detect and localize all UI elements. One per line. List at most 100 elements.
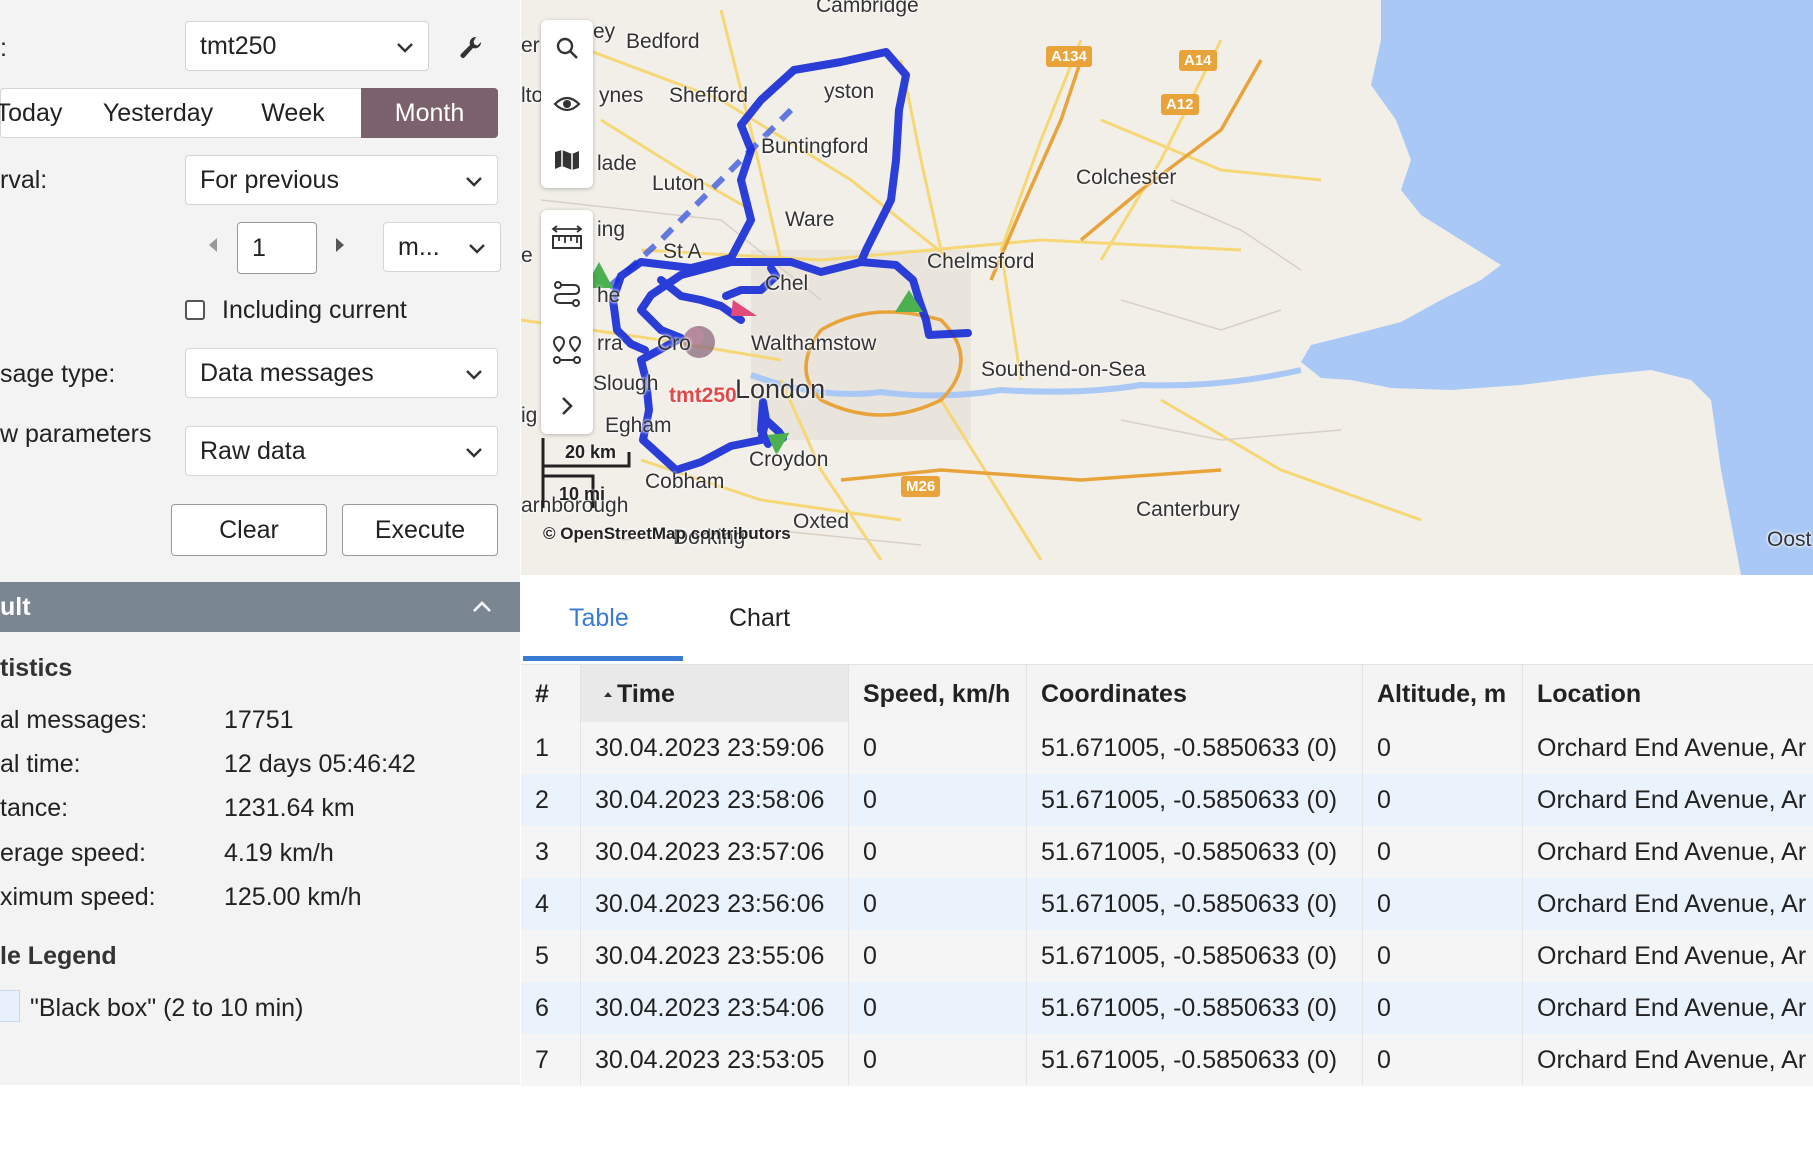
cell-coordinates: 51.671005, -0.5850633 (0) bbox=[1027, 722, 1363, 774]
stat-label: al messages: bbox=[0, 706, 148, 734]
cell-altitude: 0 bbox=[1363, 722, 1523, 774]
stat-label: al time: bbox=[0, 750, 81, 778]
cell-location: Orchard End Avenue, Ar bbox=[1537, 734, 1807, 762]
chevron-up-icon[interactable] bbox=[472, 599, 492, 613]
chevron-down-icon bbox=[469, 244, 485, 254]
cell-speed: 0 bbox=[849, 878, 1027, 930]
result-tabs: Table Chart bbox=[521, 576, 1813, 662]
map-place: ing bbox=[597, 218, 626, 241]
column-header-altitude[interactable]: Altitude, m bbox=[1363, 665, 1523, 723]
cell-speed: 0 bbox=[849, 930, 1027, 982]
map-place: Slough bbox=[593, 372, 659, 395]
map-place: Colchester bbox=[1076, 166, 1177, 189]
map-place: yston bbox=[824, 80, 875, 103]
interval-select[interactable]: For previous bbox=[185, 155, 498, 205]
cell-coordinates: 51.671005, -0.5850633 (0) bbox=[1027, 982, 1363, 1034]
count-stepper[interactable]: 1 bbox=[237, 222, 317, 274]
road-shield: A134 bbox=[1046, 46, 1092, 67]
table-row[interactable]: 6 30.04.2023 23:54:06 0 51.671005, -0.58… bbox=[521, 982, 1813, 1034]
table-row[interactable]: 1 30.04.2023 23:59:06 0 51.671005, -0.58… bbox=[521, 722, 1813, 774]
map-place: Cambridge bbox=[816, 0, 919, 17]
column-header-coordinates[interactable]: Coordinates bbox=[1027, 665, 1363, 723]
cell-location: Orchard End Avenue, Ar bbox=[1537, 994, 1807, 1022]
execute-button[interactable]: Execute bbox=[342, 504, 498, 556]
table-row[interactable]: 7 30.04.2023 23:53:05 0 51.671005, -0.58… bbox=[521, 1034, 1813, 1086]
show-parameters-select[interactable]: Raw data bbox=[185, 426, 498, 476]
map-measure-button[interactable] bbox=[541, 210, 593, 266]
cell-coordinates: 51.671005, -0.5850633 (0) bbox=[1027, 1034, 1363, 1086]
scale-mi-label: 10 mi bbox=[559, 484, 606, 504]
geofence-icon bbox=[552, 335, 582, 364]
map-geofence-button[interactable] bbox=[541, 322, 593, 378]
period-unit-value: m... bbox=[398, 233, 440, 261]
table-header: # Time Speed, km/h Coordinates Altitude,… bbox=[521, 664, 1813, 724]
map-scale: 20 km 10 mi bbox=[541, 438, 631, 513]
decrement-icon[interactable] bbox=[206, 236, 220, 254]
increment-icon[interactable] bbox=[333, 236, 347, 254]
cell-time: 30.04.2023 23:58:06 bbox=[581, 774, 849, 826]
stat-label: tance: bbox=[0, 794, 69, 822]
tab-today[interactable]: Today bbox=[0, 88, 70, 138]
map-view[interactable]: Cambridge Bedford Shefford yston Bunting… bbox=[521, 0, 1813, 575]
table-row[interactable]: 3 30.04.2023 23:57:06 0 51.671005, -0.58… bbox=[521, 826, 1813, 878]
cell-index: 6 bbox=[521, 982, 581, 1034]
tab-week[interactable]: Week bbox=[240, 88, 346, 138]
clear-button[interactable]: Clear bbox=[171, 504, 327, 556]
column-header-time[interactable]: Time bbox=[581, 665, 849, 723]
cell-time: 30.04.2023 23:55:06 bbox=[581, 930, 849, 982]
road-shield: A14 bbox=[1179, 50, 1217, 71]
map-layers-button[interactable] bbox=[541, 132, 593, 188]
wrench-icon[interactable] bbox=[458, 34, 484, 60]
map-place: ig bbox=[521, 404, 538, 427]
map-visibility-button[interactable] bbox=[541, 76, 593, 132]
cell-coordinates: 51.671005, -0.5850633 (0) bbox=[1027, 878, 1363, 930]
tab-chart[interactable]: Chart bbox=[729, 604, 790, 633]
cell-location: Orchard End Avenue, Ar bbox=[1537, 838, 1807, 866]
map-attribution[interactable]: © OpenStreetMap contributors bbox=[543, 524, 791, 544]
unit-label: : bbox=[0, 34, 7, 62]
cell-speed: 0 bbox=[849, 722, 1027, 774]
table-row[interactable]: 4 30.04.2023 23:56:06 0 51.671005, -0.58… bbox=[521, 878, 1813, 930]
cell-altitude: 0 bbox=[1363, 878, 1523, 930]
chevron-down-icon bbox=[466, 448, 482, 458]
map-place: London bbox=[735, 374, 826, 404]
map-place: Buntingford bbox=[761, 135, 869, 158]
map-place: lade bbox=[597, 152, 637, 175]
cell-index: 5 bbox=[521, 930, 581, 982]
cell-location: Orchard End Avenue, Ar bbox=[1537, 786, 1807, 814]
tab-month[interactable]: Month bbox=[361, 88, 498, 138]
cell-time: 30.04.2023 23:53:05 bbox=[581, 1034, 849, 1086]
result-header[interactable]: ult bbox=[0, 582, 520, 632]
including-current-checkbox[interactable] bbox=[185, 300, 205, 320]
stat-value: 125.00 km/h bbox=[224, 883, 362, 911]
eye-icon bbox=[553, 96, 581, 112]
tab-table[interactable]: Table bbox=[569, 604, 629, 633]
map-route-button[interactable] bbox=[541, 266, 593, 322]
cell-time: 30.04.2023 23:59:06 bbox=[581, 722, 849, 774]
period-unit-select[interactable]: m... bbox=[383, 222, 501, 272]
legend-title: le Legend bbox=[0, 942, 117, 970]
column-header-location[interactable]: Location bbox=[1523, 665, 1813, 723]
route-icon bbox=[553, 281, 581, 307]
unit-select[interactable]: tmt250 bbox=[185, 21, 429, 71]
chevron-down-icon bbox=[466, 177, 482, 187]
table-row[interactable]: 2 30.04.2023 23:58:06 0 51.671005, -0.58… bbox=[521, 774, 1813, 826]
map-place: rra bbox=[597, 332, 623, 355]
map-expand-button[interactable] bbox=[541, 378, 593, 434]
cell-coordinates: 51.671005, -0.5850633 (0) bbox=[1027, 774, 1363, 826]
map-place: Walthamstow bbox=[751, 332, 877, 355]
table-row[interactable]: 5 30.04.2023 23:55:06 0 51.671005, -0.58… bbox=[521, 930, 1813, 982]
map-place: Egham bbox=[605, 414, 672, 437]
cell-speed: 0 bbox=[849, 774, 1027, 826]
cell-location: Orchard End Avenue, Ar bbox=[1537, 942, 1807, 970]
column-header-index[interactable]: # bbox=[521, 665, 581, 723]
column-header-speed[interactable]: Speed, km/h bbox=[849, 665, 1027, 723]
map-search-button[interactable] bbox=[541, 20, 593, 76]
map-place: e bbox=[521, 244, 533, 267]
tab-yesterday[interactable]: Yesterday bbox=[88, 88, 228, 138]
show-parameters-label: w parameters bbox=[0, 420, 152, 448]
legend-swatch bbox=[0, 990, 20, 1022]
map-place: Shefford bbox=[669, 84, 749, 107]
message-type-select[interactable]: Data messages bbox=[185, 348, 498, 398]
cell-altitude: 0 bbox=[1363, 982, 1523, 1034]
